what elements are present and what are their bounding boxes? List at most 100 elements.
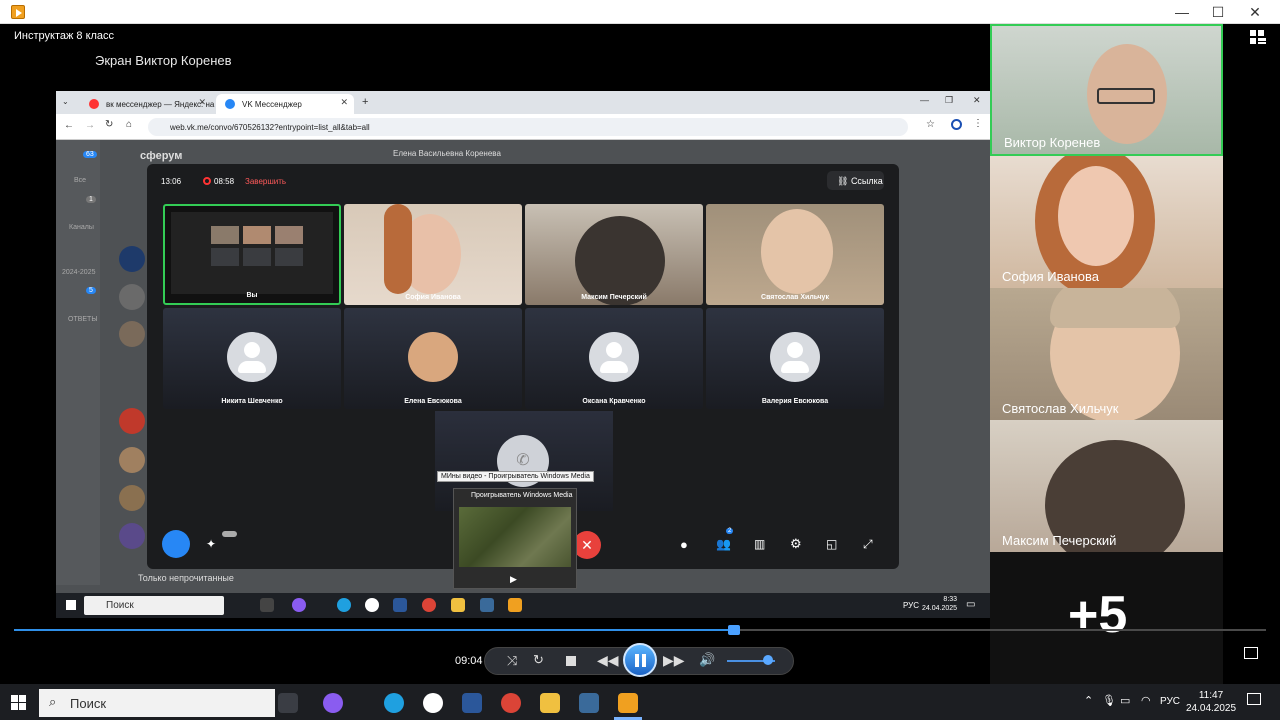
file-explorer-icon[interactable] [540, 693, 560, 713]
taskbar-window-preview[interactable]: Проигрыватель Windows Media ▶ [453, 488, 577, 589]
hang-up-button[interactable]: ✕ [573, 531, 601, 559]
chrome-minimize-icon[interactable]: — [920, 95, 929, 105]
profile-icon[interactable] [951, 119, 962, 130]
word-icon[interactable] [393, 598, 407, 612]
pip-icon[interactable]: ◱ [826, 537, 837, 551]
yandex-browser-icon[interactable] [423, 693, 443, 713]
close-tab-icon[interactable]: ✕ [198, 97, 206, 108]
volume-icon[interactable]: 🔊 [699, 652, 715, 668]
media-player-icon[interactable] [508, 598, 522, 612]
taskbar-clock[interactable]: 11:47 24.04.2025 [1186, 689, 1236, 715]
chat-avatar[interactable] [119, 246, 145, 272]
bookmark-star-icon[interactable]: ☆ [926, 119, 935, 130]
edge-icon[interactable] [384, 693, 404, 713]
end-recording-button[interactable]: Завершить [245, 177, 286, 186]
calculator-icon[interactable] [579, 693, 599, 713]
chrome-icon[interactable] [501, 693, 521, 713]
chat-avatar[interactable] [119, 321, 145, 347]
fullscreen-icon[interactable]: ⤢ [863, 537, 873, 552]
edge-icon[interactable] [337, 598, 351, 612]
task-view-icon[interactable] [260, 598, 274, 612]
effects-icon[interactable]: ✦ [206, 537, 216, 551]
alice-icon[interactable] [323, 693, 343, 713]
repeat-icon[interactable]: ↻ [533, 652, 544, 668]
side-participant-tile[interactable]: Виктор Коренев [990, 24, 1223, 156]
participant-tile[interactable]: Максим Печерский [525, 204, 703, 305]
participants-icon[interactable]: 👥 [716, 537, 731, 551]
participant-tile[interactable]: Никита Шевченко [163, 308, 341, 409]
browser-tab-vk[interactable]: VK Мессенджер ✕ [216, 94, 354, 114]
windows-start-icon[interactable] [11, 695, 26, 710]
close-tab-icon[interactable]: ✕ [340, 97, 348, 108]
inner-language-indicator[interactable]: РУС [903, 601, 919, 610]
yandex-browser-icon[interactable] [365, 598, 379, 612]
task-view-icon[interactable] [278, 693, 298, 713]
chat-avatar[interactable] [119, 284, 145, 310]
tab-search-icon[interactable]: ⌄ [62, 97, 69, 106]
word-icon[interactable] [462, 693, 482, 713]
chrome-restore-icon[interactable]: ❐ [945, 95, 953, 106]
shuffle-icon[interactable]: ⤨ [507, 653, 517, 669]
calculator-icon[interactable] [480, 598, 494, 612]
side-participant-tile[interactable]: Максим Печерский [990, 420, 1223, 552]
chat-avatar[interactable] [119, 408, 145, 434]
alice-icon[interactable] [292, 598, 306, 612]
participant-tile[interactable]: Святослав Хильчук [706, 204, 884, 305]
maximize-button[interactable]: ☐ [1200, 0, 1236, 24]
side-participant-tile[interactable]: София Иванова [990, 156, 1223, 288]
chat-avatar[interactable] [119, 485, 145, 511]
chrome-icon[interactable] [422, 598, 436, 612]
participant-tile[interactable]: София Иванова [344, 204, 522, 305]
folder-2024[interactable]: 2024-2025 [62, 269, 95, 276]
tray-chevron-icon[interactable]: ⌃ [1084, 694, 1093, 707]
side-participant-tile[interactable]: Святослав Хильчук [990, 288, 1223, 420]
participant-tile-self[interactable]: Вы [163, 204, 341, 305]
windows-start-icon[interactable] [66, 600, 76, 610]
chat-avatar[interactable] [119, 523, 145, 549]
stop-icon[interactable] [566, 656, 576, 666]
taskbar-search-box[interactable]: ⌕ Поиск [39, 689, 275, 717]
switch-to-library-icon[interactable] [1244, 647, 1258, 659]
wifi-icon[interactable]: ◠ [1141, 694, 1151, 707]
chat-avatar[interactable] [119, 447, 145, 473]
minimize-button[interactable]: — [1164, 0, 1200, 24]
file-explorer-icon[interactable] [451, 598, 465, 612]
battery-icon[interactable]: ▭ [1120, 694, 1130, 707]
back-icon[interactable]: ← [64, 120, 74, 131]
participant-tile[interactable]: Валерия Евсюкова [706, 308, 884, 409]
folder-channels[interactable]: Каналы [69, 224, 94, 231]
previous-icon[interactable]: ◀◀ [597, 652, 619, 669]
settings-gear-icon[interactable]: ⚙ [790, 536, 802, 552]
language-indicator[interactable]: РУС [1160, 696, 1180, 707]
menu-icon[interactable]: ⋮ [973, 118, 983, 129]
browser-tab-yandex[interactable]: вк мессенджер — Яндекс: на ✕ [80, 94, 214, 114]
inner-clock[interactable]: 8:33 24.04.2025 [922, 595, 957, 613]
grid-view-icon[interactable]: ▥ [754, 537, 765, 551]
more-participants-count[interactable]: +5 [1068, 585, 1127, 645]
chat-icon[interactable]: ● [680, 537, 688, 552]
folder-all[interactable]: Все [74, 177, 86, 184]
chrome-close-icon[interactable]: ✕ [973, 95, 981, 106]
notifications-icon[interactable] [1247, 693, 1261, 705]
reload-icon[interactable]: ↻ [105, 119, 113, 130]
pause-button[interactable] [623, 643, 657, 677]
call-link-button[interactable]: ⛓ Ссылка [827, 171, 884, 190]
volume-thumb[interactable] [763, 655, 773, 665]
forward-icon[interactable]: → [85, 120, 95, 131]
participant-tile[interactable]: Елена Евсюкова [344, 308, 522, 409]
share-screen-button[interactable] [162, 530, 190, 558]
preview-play-icon[interactable]: ▶ [510, 574, 517, 585]
new-tab-icon[interactable]: + [362, 96, 368, 108]
participant-tile[interactable]: Оксана Кравченко [525, 308, 703, 409]
folder-answers[interactable]: ОТВЕТЫ [68, 316, 98, 323]
close-button[interactable]: ✕ [1237, 0, 1273, 24]
notifications-icon[interactable]: ▭ [966, 599, 975, 610]
media-player-icon[interactable] [618, 693, 638, 713]
inner-search-box[interactable]: Поиск [84, 596, 224, 615]
grid-layout-icon[interactable] [1250, 30, 1266, 44]
home-icon[interactable]: ⌂ [126, 119, 132, 130]
next-icon[interactable]: ▶▶ [663, 652, 685, 669]
seek-thumb[interactable] [727, 625, 740, 635]
microphone-icon[interactable]: 🎙 [1102, 694, 1116, 707]
address-bar[interactable]: web.vk.me/convo/670526132?entrypoint=lis… [148, 118, 908, 136]
